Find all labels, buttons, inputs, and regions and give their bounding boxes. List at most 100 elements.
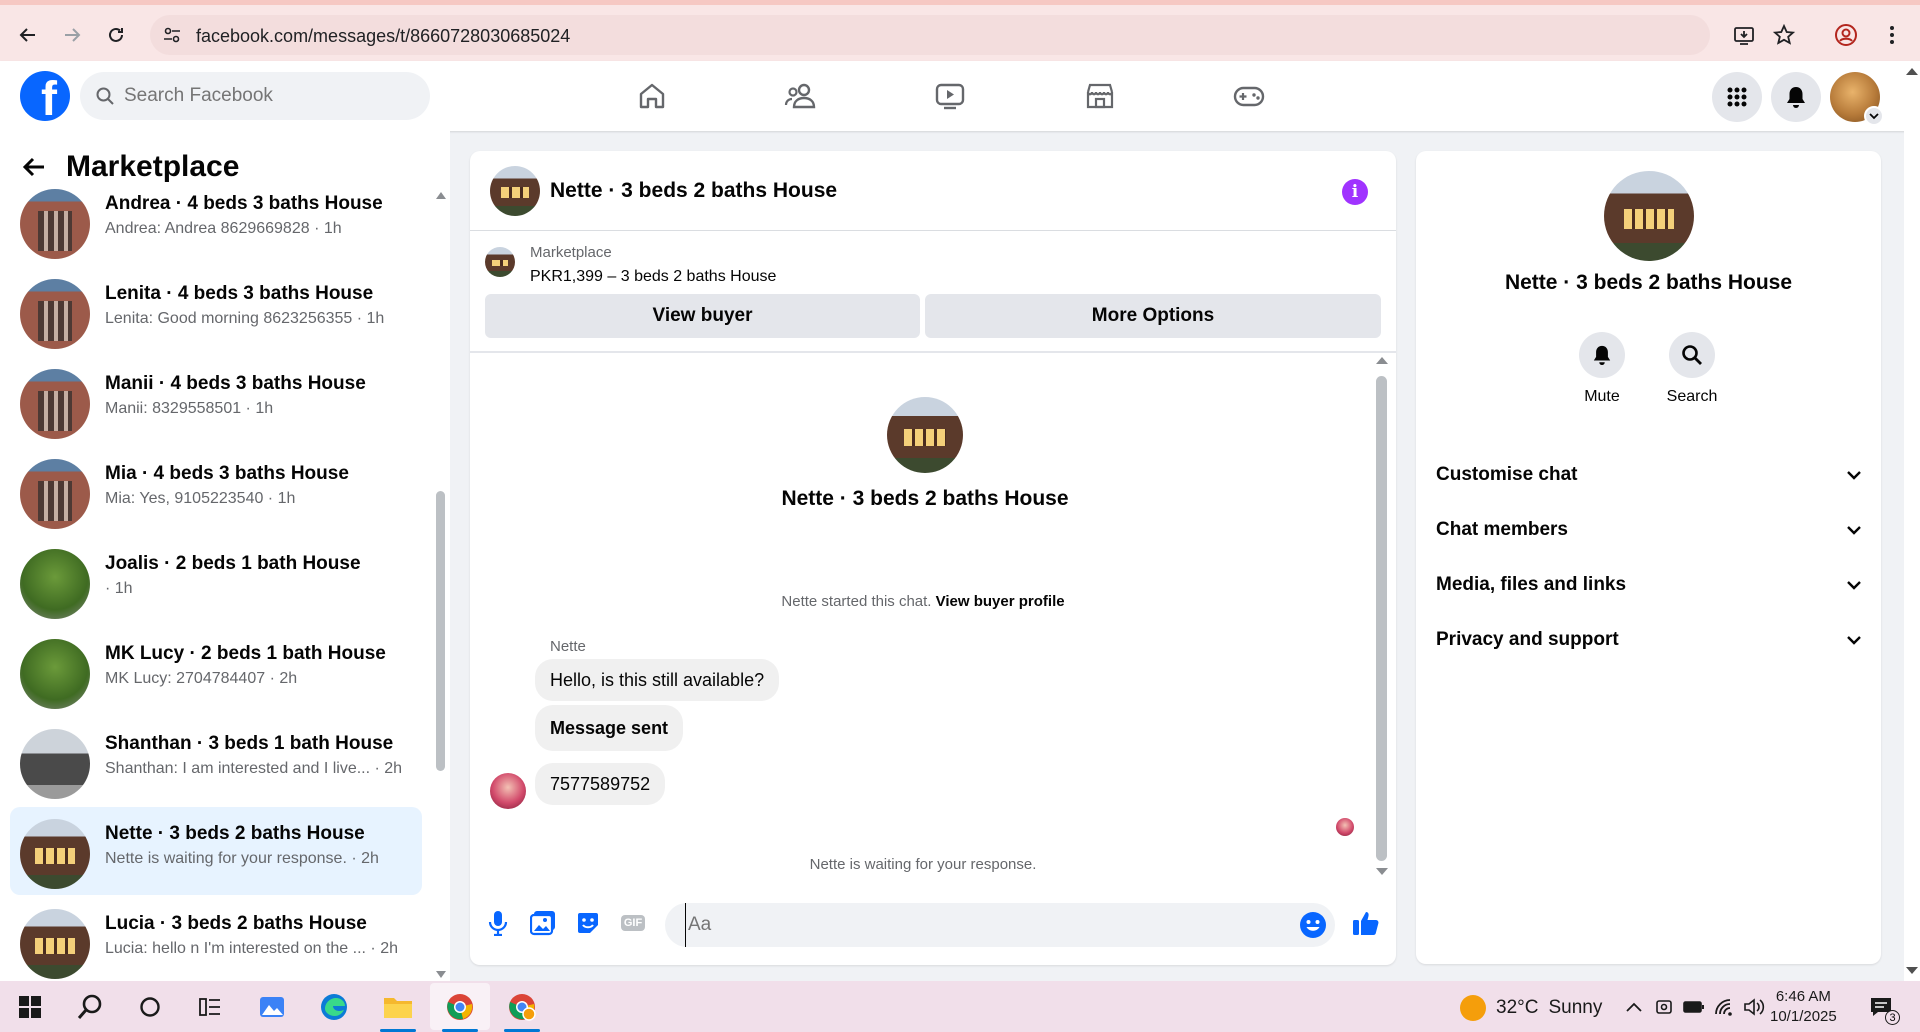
chat-avatar[interactable] (490, 166, 540, 216)
system-clock[interactable]: 6:46 AM 10/1/2025 (1770, 987, 1837, 1027)
mute-button[interactable]: Mute (1562, 332, 1642, 406)
section-label: Customise chat (1436, 464, 1578, 485)
read-receipt-avatar (1336, 818, 1354, 836)
conversation-item[interactable]: Shanthan · 3 beds 1 bath House Shanthan:… (10, 717, 422, 805)
profile-icon[interactable] (1830, 19, 1862, 51)
microphone-icon[interactable] (482, 907, 514, 939)
facebook-search[interactable] (80, 72, 430, 120)
media-files-links-section[interactable]: Media, files and links (1436, 562, 1861, 608)
forward-icon[interactable] (56, 19, 88, 51)
file-explorer-icon[interactable] (380, 989, 416, 1025)
section-label: Chat members (1436, 519, 1568, 540)
reload-icon[interactable] (100, 19, 132, 51)
notifications-bell-icon[interactable] (1771, 72, 1821, 122)
sticker-icon[interactable] (572, 907, 604, 939)
chrome-profile-icon[interactable] (504, 989, 540, 1025)
chat-title[interactable]: Nette · 3 beds 2 baths House (550, 179, 837, 203)
weather-widget[interactable]: 32°C Sunny (1460, 995, 1602, 1021)
edge-browser-icon[interactable] (316, 989, 352, 1025)
conversation-item[interactable]: MK Lucy · 2 beds 1 bath House MK Lucy: 2… (10, 627, 422, 715)
back-arrow-icon[interactable] (22, 156, 46, 178)
attach-photo-icon[interactable] (527, 907, 559, 939)
conversation-name: MK Lucy · 2 beds 1 bath House (105, 643, 386, 664)
message-bubble[interactable]: Message sent (535, 705, 684, 751)
facebook-search-input[interactable] (124, 72, 414, 120)
chevron-down-icon (1847, 635, 1861, 645)
conversation-item[interactable]: Manii · 4 beds 3 baths House Manii: 8329… (10, 357, 422, 445)
view-buyer-profile-link[interactable]: View buyer profile (936, 593, 1065, 610)
gaming-icon[interactable] (1199, 68, 1299, 124)
conversation-item[interactable]: Andrea · 4 beds 3 baths House Andrea: An… (10, 177, 422, 265)
message-input-wrap[interactable] (665, 903, 1335, 947)
chevron-up-icon[interactable] (1622, 995, 1646, 1019)
menu-grid-icon[interactable] (1712, 72, 1762, 122)
chrome-browser-icon[interactable] (442, 989, 478, 1025)
chat-scroll-thumb[interactable] (1376, 376, 1387, 861)
friends-icon[interactable] (751, 68, 851, 124)
section-label: Media, files and links (1436, 574, 1627, 595)
battery-icon[interactable] (1682, 995, 1706, 1019)
account-avatar[interactable] (1830, 72, 1884, 126)
scroll-down-icon[interactable] (1376, 868, 1388, 876)
volume-icon[interactable] (1742, 995, 1766, 1019)
conversation-name: Lucia · 3 beds 2 baths House (105, 913, 367, 934)
taskbar-search-icon[interactable] (72, 989, 108, 1025)
scroll-down-icon[interactable] (436, 971, 446, 979)
info-icon[interactable]: i (1342, 179, 1368, 205)
sender-avatar[interactable] (490, 773, 526, 809)
details-avatar[interactable] (1604, 171, 1694, 261)
like-thumbs-up-icon[interactable] (1350, 907, 1382, 939)
search-conversation-button[interactable]: Search (1652, 332, 1732, 406)
marketplace-icon[interactable] (1050, 68, 1150, 124)
scroll-up-icon[interactable] (1376, 356, 1388, 364)
message-input[interactable] (685, 903, 1285, 947)
gif-icon[interactable]: GIF (617, 907, 649, 939)
home-icon[interactable] (602, 68, 702, 124)
scroll-down-icon[interactable] (1906, 967, 1918, 975)
windows-start-icon[interactable] (12, 989, 48, 1025)
conversation-item[interactable]: Lenita · 4 beds 3 baths House Lenita: Go… (10, 267, 422, 355)
conversation-name: Shanthan · 3 beds 1 bath House (105, 733, 394, 754)
emoji-icon[interactable] (1299, 911, 1327, 939)
notification-center-icon[interactable]: 3 (1866, 995, 1900, 1025)
browser-menu-icon[interactable] (1876, 19, 1908, 51)
customise-chat-section[interactable]: Customise chat (1436, 452, 1861, 498)
conversation-item[interactable]: Lucia · 3 beds 2 baths House Lucia: hell… (10, 897, 422, 981)
page-scrollbar[interactable] (1904, 61, 1920, 981)
listing-thumbnail (20, 549, 90, 619)
view-buyer-button[interactable]: View buyer (485, 294, 920, 338)
gif-label: GIF (620, 915, 646, 931)
scroll-up-icon[interactable] (1906, 67, 1918, 75)
chat-scrollbar[interactable] (1376, 356, 1388, 876)
more-options-button[interactable]: More Options (925, 294, 1381, 338)
message-bubble[interactable]: Hello, is this still available? (535, 659, 780, 701)
clock-time: 6:46 AM (1775, 988, 1831, 1005)
task-view-icon[interactable] (192, 989, 228, 1025)
address-bar[interactable]: facebook.com/messages/t/8660728030685024 (150, 15, 1710, 55)
cortana-icon[interactable] (132, 989, 168, 1025)
sidebar-scroll-thumb[interactable] (436, 491, 445, 771)
chat-members-section[interactable]: Chat members (1436, 507, 1861, 553)
conversation-item[interactable]: Joalis · 2 beds 1 bath House · 1h (10, 537, 422, 625)
photos-app-icon[interactable] (254, 989, 290, 1025)
wifi-icon[interactable] (1712, 995, 1736, 1019)
video-icon[interactable] (900, 68, 1000, 124)
listing-price-title[interactable]: PKR1,399 – 3 beds 2 baths House (530, 268, 776, 286)
privacy-support-section[interactable]: Privacy and support (1436, 617, 1861, 663)
back-icon[interactable] (12, 19, 44, 51)
install-app-icon[interactable] (1728, 19, 1760, 51)
message-bubble[interactable]: 7577589752 (535, 763, 666, 805)
conversation-item[interactable]: Mia · 4 beds 3 baths House Mia: Yes, 910… (10, 447, 422, 535)
scroll-up-icon[interactable] (436, 191, 446, 199)
intro-name: Nette · 3 beds 2 baths House (781, 487, 1069, 510)
intro-avatar (887, 397, 963, 473)
conversation-item-active[interactable]: Nette · 3 beds 2 baths House Nette is wa… (10, 807, 422, 895)
marketplace-listing-strip: Marketplace PKR1,399 – 3 beds 2 baths Ho… (470, 231, 1396, 353)
meet-now-icon[interactable] (1652, 995, 1676, 1019)
mute-label: Mute (1584, 388, 1620, 405)
site-info-icon[interactable] (162, 25, 182, 45)
bookmark-star-icon[interactable] (1768, 19, 1800, 51)
clock-date: 10/1/2025 (1770, 1008, 1837, 1025)
facebook-logo-icon[interactable]: f (20, 71, 70, 121)
sidebar-scrollbar[interactable] (436, 191, 446, 981)
